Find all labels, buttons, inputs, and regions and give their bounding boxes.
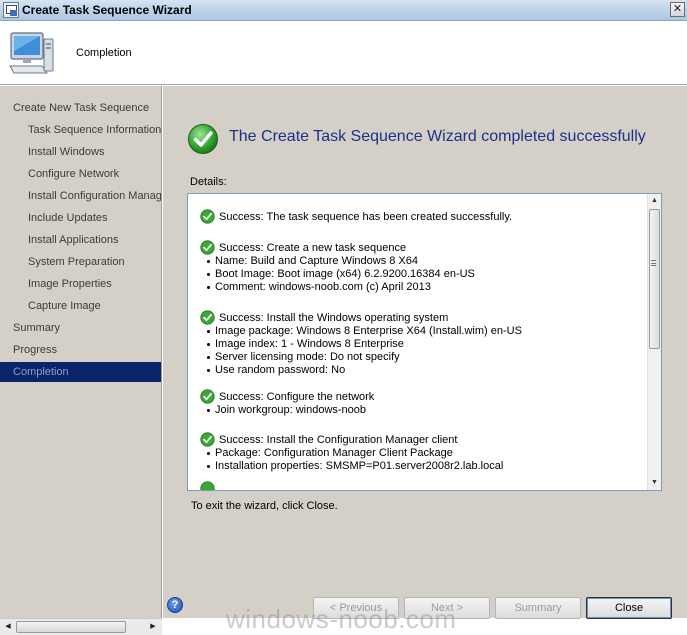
detail-heading: Success: Install the Windows operating s…: [200, 310, 522, 325]
success-check-icon: [200, 209, 215, 224]
computer-icon: [9, 32, 54, 74]
detail-heading: [200, 481, 219, 490]
nav-item-progress[interactable]: Progress: [0, 340, 161, 360]
detail-item: Join workgroup: windows-noob: [200, 404, 374, 417]
detail-item: Installation properties: SMSMP=P01.serve…: [200, 460, 503, 473]
detail-heading: Success: Create a new task sequence: [200, 240, 475, 255]
summary-button[interactable]: Summary: [495, 597, 581, 619]
help-icon[interactable]: ?: [167, 597, 183, 613]
scroll-up-arrow-icon[interactable]: ▲: [648, 194, 661, 208]
nav-item-include-updates[interactable]: Include Updates: [0, 208, 161, 228]
detail-item: Use random password: No: [200, 364, 522, 377]
detail-heading-text: Success: Install the Configuration Manag…: [219, 434, 458, 446]
detail-block: Success: Install the Configuration Manag…: [200, 432, 503, 473]
detail-heading: Success: Install the Configuration Manag…: [200, 432, 503, 447]
close-button[interactable]: Close: [586, 597, 672, 619]
detail-block: Success: Configure the network Join work…: [200, 389, 375, 417]
detail-item: Boot Image: Boot image (x64) 6.2.9200.16…: [200, 268, 475, 281]
scroll-down-arrow-icon[interactable]: ▼: [648, 476, 661, 490]
scroll-right-arrow-icon[interactable]: ▶: [146, 620, 160, 634]
watermark: windows-noob.com: [226, 604, 457, 634]
wizard-header: Completion: [0, 22, 687, 85]
detail-item: Image package: Windows 8 Enterprise X64 …: [200, 325, 522, 338]
success-check-icon: [200, 432, 215, 447]
detail-heading-text: Success: Install the Windows operating s…: [219, 312, 449, 324]
wizard-step-nav: Create New Task Sequence Task Sequence I…: [0, 86, 162, 618]
details-label: Details:: [190, 176, 227, 188]
success-check-icon: [200, 310, 215, 325]
success-check-icon: [200, 389, 215, 404]
window-close-button[interactable]: ✕: [670, 2, 685, 17]
nav-item-create-new-task-sequence[interactable]: Create New Task Sequence: [0, 98, 161, 118]
scroll-thumb[interactable]: [649, 209, 660, 349]
nav-horizontal-scrollbar[interactable]: ◀ ▶: [0, 618, 162, 635]
nav-item-summary[interactable]: Summary: [0, 318, 161, 338]
nav-item-task-sequence-information[interactable]: Task Sequence Information: [0, 120, 161, 140]
details-textbox[interactable]: Success: The task sequence has been crea…: [187, 193, 662, 491]
nav-item-completion[interactable]: Completion: [0, 362, 161, 382]
scroll-left-arrow-icon[interactable]: ◀: [1, 620, 15, 634]
detail-item: Image index: 1 - Windows 8 Enterprise: [200, 338, 522, 351]
detail-heading-text: Success: Create a new task sequence: [219, 242, 407, 254]
wizard-app-icon: [3, 2, 19, 18]
detail-block: Success: Install the Windows operating s…: [200, 310, 522, 377]
detail-item: Name: Build and Capture Windows 8 X64: [200, 255, 475, 268]
success-check-icon: [200, 481, 215, 490]
nav-item-image-properties[interactable]: Image Properties: [0, 274, 161, 294]
detail-heading: Success: Configure the network: [200, 389, 375, 404]
success-check-icon: [200, 240, 215, 255]
detail-block: Success: The task sequence has been crea…: [200, 209, 513, 224]
detail-item: Server licensing mode: Do not specify: [200, 351, 522, 364]
nav-item-capture-image[interactable]: Capture Image: [0, 296, 161, 316]
nav-item-configure-network[interactable]: Configure Network: [0, 164, 161, 184]
title-bar: Create Task Sequence Wizard ✕: [0, 0, 687, 21]
detail-heading-text: Success: The task sequence has been crea…: [219, 211, 513, 223]
detail-heading-text: Success: Configure the network: [219, 391, 375, 403]
nav-item-install-applications[interactable]: Install Applications: [0, 230, 161, 250]
main-panel: The Create Task Sequence Wizard complete…: [163, 86, 687, 591]
scroll-grip-icon: [651, 260, 656, 266]
nav-item-install-windows[interactable]: Install Windows: [0, 142, 161, 162]
detail-item: Comment: windows-noob.com (c) April 2013: [200, 281, 475, 294]
exit-instructions: To exit the wizard, click Close.: [191, 500, 338, 512]
window-title: Create Task Sequence Wizard: [22, 3, 192, 17]
horizontal-scroll-thumb[interactable]: [16, 621, 126, 633]
page-heading: Completion: [76, 47, 132, 59]
detail-block-partial: [200, 481, 219, 490]
detail-heading: Success: The task sequence has been crea…: [200, 209, 513, 224]
detail-block: Success: Create a new task sequence Name…: [200, 240, 475, 294]
nav-item-system-preparation[interactable]: System Preparation: [0, 252, 161, 272]
nav-item-install-configuration-manager[interactable]: Install Configuration Manag: [0, 186, 161, 206]
success-check-icon: [188, 124, 218, 154]
detail-item: Package: Configuration Manager Client Pa…: [200, 447, 503, 460]
details-vertical-scrollbar[interactable]: ▲ ▼: [647, 194, 661, 490]
completion-heading: The Create Task Sequence Wizard complete…: [229, 128, 646, 145]
